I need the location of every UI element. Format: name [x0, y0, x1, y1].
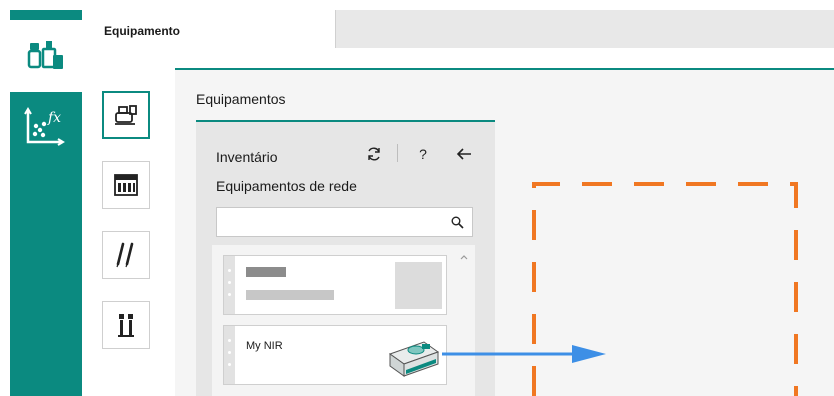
equipment-name: My NIR [246, 340, 283, 352]
tool-equipment-button[interactable] [102, 91, 150, 139]
list-scrollbar[interactable] [457, 248, 471, 396]
tab-equipamento-label: Equipamento [104, 24, 181, 38]
pipettes-icon [116, 242, 134, 268]
equipment-icon [115, 105, 137, 125]
thumbnail-placeholder [395, 262, 442, 309]
back-arrow-icon [456, 148, 471, 160]
rail-app-analytics[interactable]: fx [10, 92, 82, 396]
detail-placeholder [246, 290, 334, 300]
drag-handle[interactable] [224, 326, 235, 384]
toolbar-separator [397, 144, 398, 162]
formula-chart-icon: fx [24, 107, 65, 146]
workspace-title: Equipamentos [196, 91, 286, 107]
tool-layout-button[interactable] [102, 161, 150, 209]
tab-equipamento[interactable]: Equipamento [82, 10, 336, 48]
instruments-icon [27, 41, 63, 69]
search-input[interactable] [221, 212, 445, 234]
rail-top-accent [10, 10, 82, 20]
refresh-button[interactable] [362, 142, 386, 166]
rail-app-instruments[interactable] [10, 20, 82, 92]
refresh-icon [368, 147, 380, 161]
name-placeholder [246, 267, 286, 277]
tool-pipettes-button[interactable] [102, 231, 150, 279]
panel-subtitle: Equipamentos de rede [216, 178, 357, 194]
drag-arrow [442, 345, 606, 363]
search-field[interactable] [216, 207, 473, 237]
svg-text:fx: fx [47, 110, 61, 126]
nir-instrument-icon [388, 341, 440, 377]
tool-tubes-button[interactable] [102, 301, 150, 349]
list-item[interactable] [223, 255, 447, 315]
help-icon: ? [419, 146, 427, 162]
help-button[interactable]: ? [411, 142, 435, 166]
list-item[interactable]: My NIR [223, 325, 447, 385]
drag-handle[interactable] [224, 256, 235, 314]
search-icon[interactable] [451, 216, 464, 229]
layout-icon [114, 174, 138, 196]
panel-title: Inventário [216, 149, 278, 165]
tubes-icon [118, 314, 134, 337]
chevron-up-icon[interactable] [457, 250, 471, 264]
back-button[interactable] [452, 142, 476, 166]
